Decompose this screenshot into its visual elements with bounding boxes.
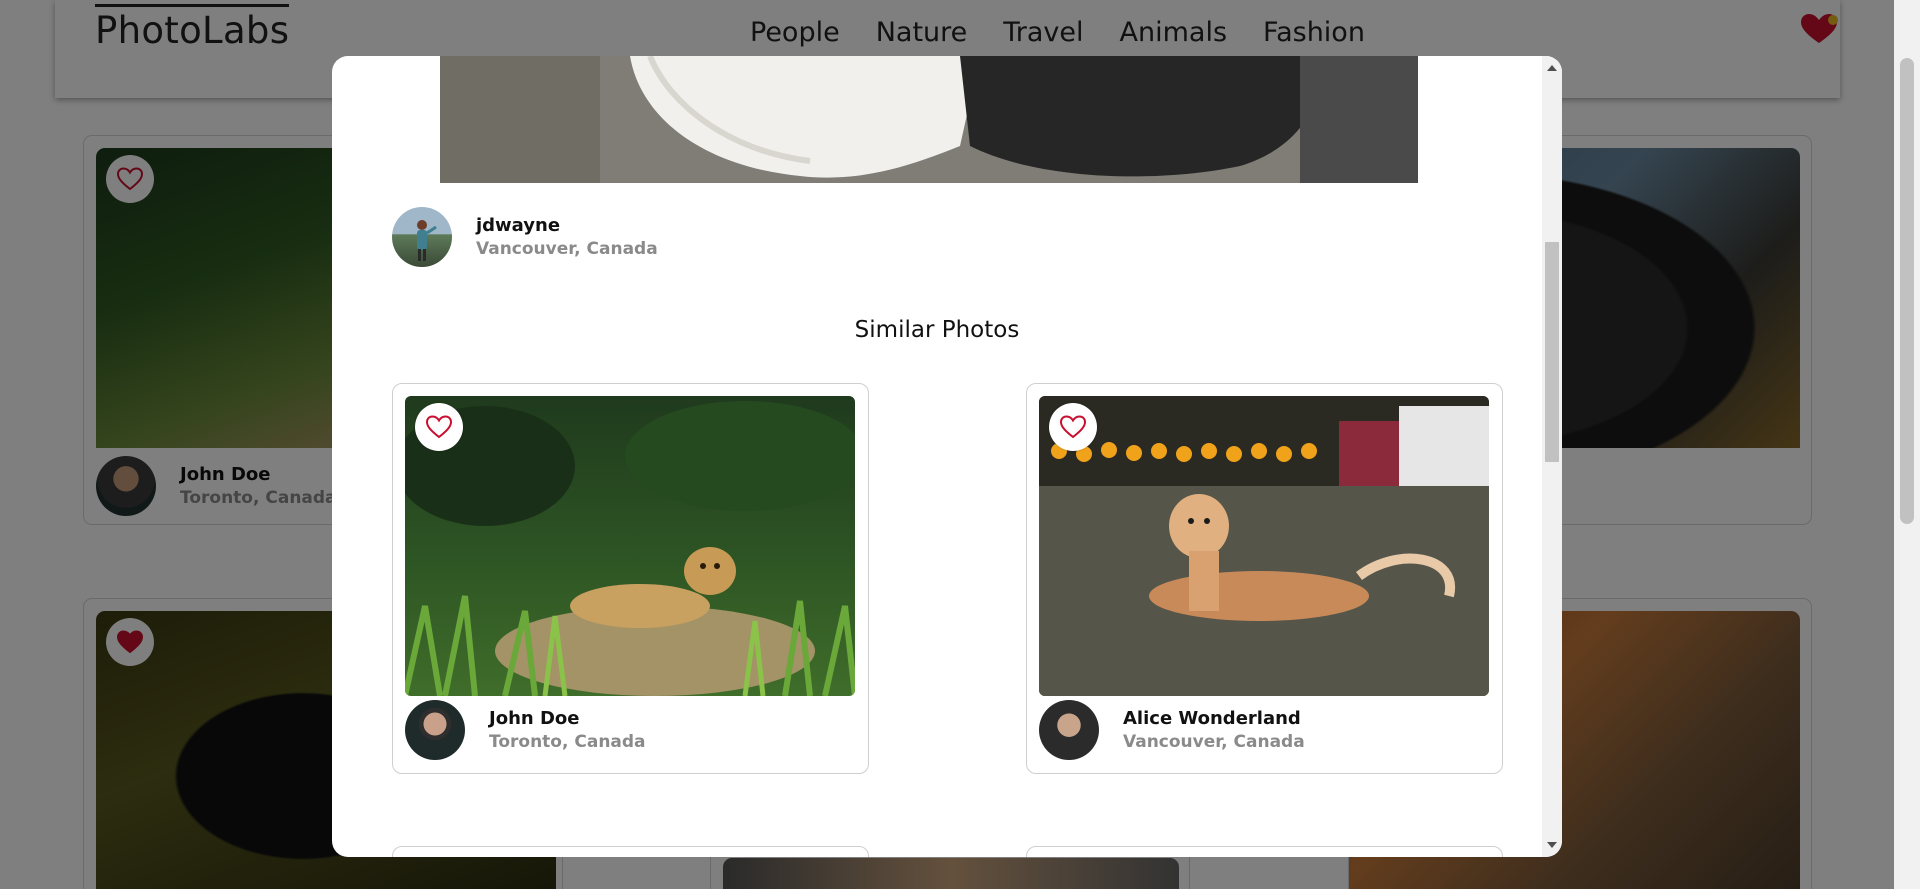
user-location: Vancouver, Canada [476, 239, 658, 259]
modal-photo-user: jdwayne Vancouver, Canada [392, 207, 658, 267]
scroll-up-arrow-icon[interactable] [1547, 65, 1557, 71]
user-location: Vancouver, Canada [1123, 732, 1305, 752]
similar-photo-item[interactable]: John Doe Toronto, Canada [392, 383, 869, 774]
page-scrollbar-thumb[interactable] [1900, 58, 1914, 524]
similar-photos-heading: Similar Photos [854, 317, 1020, 343]
modal-scrollbar-thumb[interactable] [1545, 242, 1559, 462]
modal-main-photo [440, 56, 1418, 183]
user-location: Toronto, Canada [489, 732, 646, 752]
photo-user-info: Alice Wonderland Vancouver, Canada [1039, 700, 1305, 760]
photo-image[interactable] [405, 396, 855, 696]
similar-photo-item[interactable] [1026, 846, 1503, 857]
user-avatar [1039, 700, 1099, 760]
photo-image[interactable] [1039, 396, 1489, 696]
similar-photo-item[interactable]: Alice Wonderland Vancouver, Canada [1026, 383, 1503, 774]
modal-content: jdwayne Vancouver, Canada Similar Photos [332, 56, 1542, 857]
user-avatar [405, 700, 465, 760]
user-name: Alice Wonderland [1123, 708, 1301, 729]
photo-user-info: John Doe Toronto, Canada [405, 700, 646, 760]
user-name: jdwayne [476, 215, 561, 236]
scroll-down-arrow-icon[interactable] [1547, 842, 1557, 848]
user-name: John Doe [489, 708, 580, 729]
user-avatar [392, 207, 452, 267]
favorite-button[interactable] [1049, 403, 1097, 451]
favorite-button[interactable] [415, 403, 463, 451]
similar-photo-item[interactable] [392, 846, 869, 857]
modal-scrollbar[interactable] [1542, 56, 1562, 857]
page-scrollbar[interactable] [1894, 0, 1920, 889]
photo-details-modal: jdwayne Vancouver, Canada Similar Photos [332, 56, 1562, 857]
